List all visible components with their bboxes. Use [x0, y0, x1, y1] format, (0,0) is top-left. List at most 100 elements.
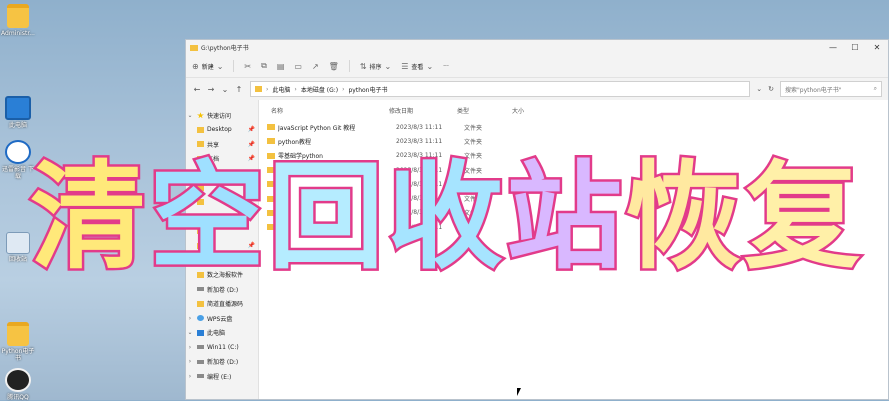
maximize-button[interactable]: ☐	[844, 43, 866, 52]
sidebar-item-label: 数之海报软件	[207, 272, 244, 280]
new-button[interactable]: ⊕ 新建 ⌄	[192, 62, 223, 71]
sidebar-item[interactable]	[186, 166, 258, 181]
folder-icon	[197, 257, 204, 264]
sidebar-item[interactable]	[186, 195, 258, 210]
table-row[interactable]: 2023/8/3 11:11 文件夹	[259, 206, 888, 220]
column-header-name[interactable]: 名称	[271, 106, 389, 115]
folder-icon	[267, 209, 275, 216]
sidebar-item[interactable]: 新加卷 (D:)	[186, 282, 258, 297]
copy-icon[interactable]: ⧉	[261, 61, 267, 71]
sidebar-item-label: WPS云盘	[207, 315, 233, 323]
desktop-icon-python-ebooks[interactable]: Python电子书	[0, 322, 36, 362]
share-icon[interactable]: ↗	[312, 62, 319, 71]
chevron-icon[interactable]: ⌄	[186, 112, 194, 119]
table-row[interactable]: 2023/8/3 11:11 文件夹	[259, 163, 888, 177]
chevron-down-icon: ⌄	[426, 61, 434, 71]
pin-icon: 📌	[247, 242, 255, 250]
up-arrow-icon[interactable]: ↑	[232, 85, 246, 94]
pin-icon: 📌	[247, 140, 255, 148]
desktop-icon-app[interactable]: 迅雷影音 下载	[0, 140, 36, 180]
column-header-type[interactable]: 类型	[457, 106, 512, 115]
folder-icon	[197, 242, 204, 249]
folder-icon	[197, 155, 204, 162]
search-input[interactable]: 搜索"python电子书" ⌕	[780, 81, 882, 97]
file-name: 零基础学python	[278, 153, 323, 161]
sidebar-item[interactable]	[186, 181, 258, 196]
sidebar-item[interactable]: ⌄ 此电脑	[186, 326, 258, 341]
view-button[interactable]: ☰ 查看 ⌄	[401, 62, 433, 71]
paste-icon[interactable]: ▤	[277, 62, 285, 71]
chevron-icon[interactable]: ›	[186, 344, 194, 351]
desktop-icon-administrator[interactable]: Administr...	[0, 4, 36, 37]
file-date: 2023/8/3 11:11	[396, 152, 443, 160]
file-explorer-window: G:\python电子书 — ☐ ✕ ⊕ 新建 ⌄ ✂ ⧉ ▤ ▭ ↗ 🗑 ⇅ …	[185, 39, 889, 400]
column-header-size[interactable]: 大小	[512, 106, 562, 115]
sidebar-item[interactable]: 数之海报软件	[186, 268, 258, 283]
cut-icon[interactable]: ✂	[244, 62, 251, 71]
sidebar-item[interactable]: ⌄ 快速访问	[186, 108, 258, 123]
file-date: 2023/8/3 11:11	[396, 123, 443, 131]
folder-icon	[267, 224, 275, 231]
desktop-icon-recycle-bin[interactable]: 回收站	[0, 232, 36, 263]
table-row[interactable]: JavaScript Python Git 教程 2023/8/3 11:11 文件…	[259, 120, 888, 134]
desktop-icon-label: Python电子书	[1, 348, 35, 362]
folder-icon	[197, 126, 204, 133]
chevron-icon[interactable]: ⌄	[186, 329, 194, 336]
back-arrow-icon[interactable]: ←	[190, 85, 204, 94]
table-row[interactable]: 零基础学python 2023/8/3 11:11 文件夹	[259, 149, 888, 163]
sidebar-item[interactable]: › Win11 (C:)	[186, 340, 258, 355]
address-bar[interactable]: › 此电脑 › 本地磁盘 (G:) › python电子书	[250, 81, 751, 97]
folder-icon	[197, 184, 204, 191]
refresh-icon[interactable]: ↻	[768, 85, 774, 93]
table-row[interactable]: 2023/8/3 11:11 文件夹	[259, 191, 888, 205]
overlay-character: 清	[28, 150, 149, 285]
address-dropdown-icon[interactable]: ⌄	[756, 85, 762, 93]
computer-icon	[5, 96, 31, 120]
table-row[interactable]: python教程 2023/8/3 11:11 文件夹	[259, 134, 888, 148]
table-row[interactable]: 2023/8/3 11:11 文件夹	[259, 177, 888, 191]
file-type: 文件夹	[464, 167, 483, 175]
breadcrumb-item[interactable]: 此电脑	[272, 85, 290, 94]
command-bar: ⊕ 新建 ⌄ ✂ ⧉ ▤ ▭ ↗ 🗑 ⇅ 排序 ⌄ ☰ 查看 ⌄ ···	[186, 55, 888, 78]
sidebar-item[interactable]: › 新加卷 (D:)	[186, 355, 258, 370]
sidebar-item[interactable]: › WPS云盘	[186, 311, 258, 326]
folder-icon	[197, 141, 204, 148]
rename-icon[interactable]: ▭	[294, 62, 302, 71]
sidebar-item[interactable]	[186, 224, 258, 239]
folder-icon	[267, 138, 275, 145]
folder-icon	[197, 213, 204, 220]
forward-arrow-icon[interactable]: →	[204, 85, 218, 94]
chevron-icon[interactable]: ›	[186, 358, 194, 365]
search-placeholder: 搜索"python电子书"	[785, 86, 842, 94]
column-header-date[interactable]: 修改日期	[389, 106, 457, 115]
sidebar-item[interactable]	[186, 210, 258, 225]
breadcrumb-item[interactable]: python电子书	[349, 85, 388, 94]
sidebar-item-label: 共享	[207, 141, 220, 149]
sidebar-item[interactable]: › 编程 (E:)	[186, 369, 258, 384]
minimize-button[interactable]: —	[822, 43, 844, 52]
sidebar-item[interactable]	[186, 253, 258, 268]
close-button[interactable]: ✕	[866, 43, 888, 52]
sidebar-item-label: 编程 (E:)	[207, 373, 232, 381]
chevron-down-icon: ⌄	[216, 61, 224, 71]
view-icon: ☰	[401, 61, 409, 71]
table-row[interactable]: 2023/8/3 11:11 文件夹	[259, 220, 888, 234]
sidebar-item[interactable]: Desktop 📌	[186, 123, 258, 138]
chevron-icon[interactable]: ›	[186, 373, 194, 380]
desktop-icon-this-pc[interactable]: 此电脑	[0, 96, 36, 129]
sort-button[interactable]: ⇅ 排序 ⌄	[360, 62, 391, 71]
folder-icon	[7, 4, 29, 28]
recent-chevron-icon[interactable]: ⌄	[218, 85, 232, 94]
breadcrumb-item[interactable]: 本地磁盘 (G:)	[301, 85, 338, 94]
sidebar-item[interactable]: 文档 📌	[186, 152, 258, 167]
sidebar-item[interactable]: 共享 📌	[186, 137, 258, 152]
pin-icon: 📌	[247, 126, 255, 134]
chevron-icon[interactable]: ›	[186, 315, 194, 322]
divider	[348, 60, 350, 72]
sidebar-item[interactable]: 简道直播源码	[186, 297, 258, 312]
delete-icon[interactable]: 🗑	[329, 62, 339, 71]
more-options-button[interactable]: ···	[443, 63, 449, 70]
sidebar-item[interactable]: 站 📌	[186, 239, 258, 254]
desktop-icon-qq[interactable]: 腾讯QQ	[0, 368, 36, 401]
file-date: 2023/8/3 11:11	[396, 209, 443, 217]
